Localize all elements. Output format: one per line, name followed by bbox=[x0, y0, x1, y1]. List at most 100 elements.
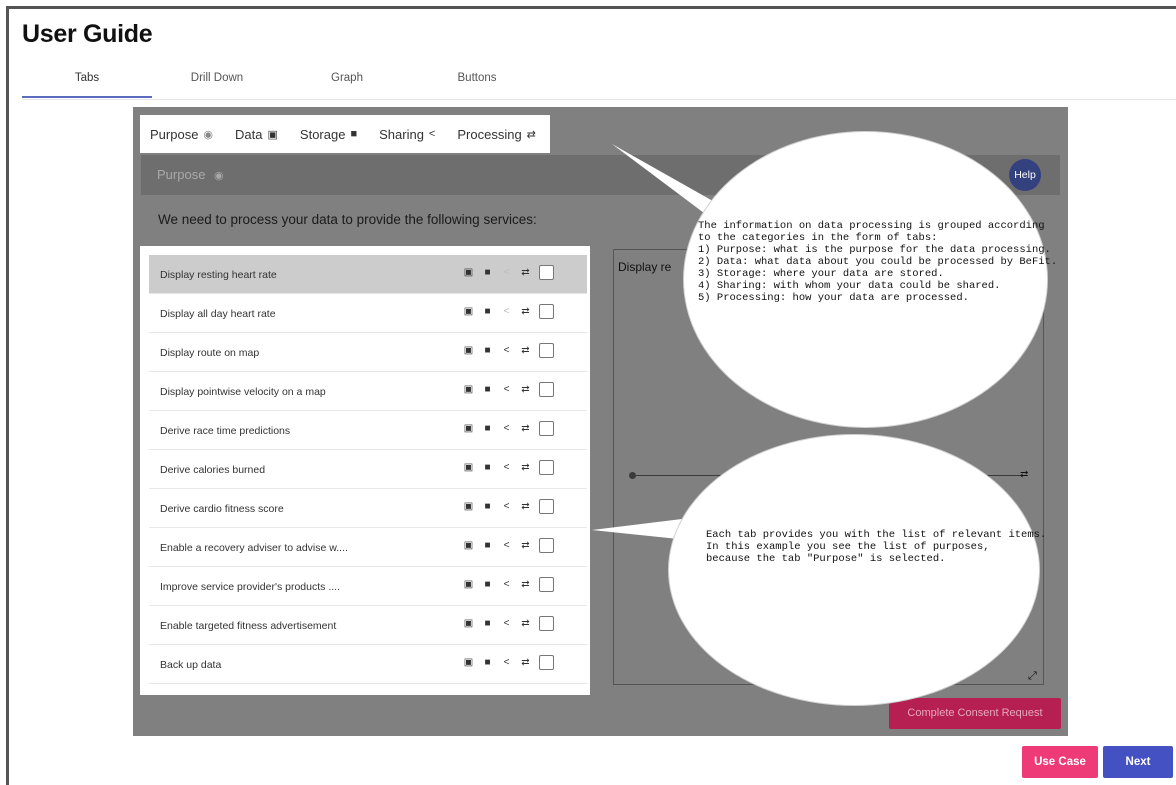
tab-purpose-label: Purpose bbox=[150, 126, 199, 142]
consent-checkbox[interactable] bbox=[539, 499, 554, 514]
tab-sharing[interactable]: Sharing < bbox=[379, 127, 435, 142]
share-icon[interactable]: < bbox=[499, 579, 514, 590]
id-card-icon[interactable]: ▣ bbox=[461, 462, 476, 473]
retweet-icon[interactable]: ⇄ bbox=[518, 501, 533, 512]
archive-box-icon[interactable]: ■ bbox=[480, 306, 495, 317]
id-card-icon[interactable]: ▣ bbox=[461, 501, 476, 512]
tab-storage[interactable]: Storage ■ bbox=[300, 127, 357, 142]
consent-checkbox[interactable] bbox=[539, 538, 554, 553]
tab-tabs[interactable]: Tabs bbox=[22, 72, 152, 84]
id-card-icon[interactable]: ▣ bbox=[461, 267, 476, 278]
tab-graph[interactable]: Graph bbox=[282, 72, 412, 84]
retweet-icon[interactable]: ⇄ bbox=[518, 345, 533, 356]
archive-box-icon[interactable]: ■ bbox=[480, 579, 495, 590]
archive-box-icon[interactable]: ■ bbox=[480, 384, 495, 395]
archive-box-icon[interactable]: ■ bbox=[480, 540, 495, 551]
tab-drill-down[interactable]: Drill Down bbox=[152, 72, 282, 84]
tab-purpose[interactable]: Purpose ◉ bbox=[150, 127, 213, 142]
consent-checkbox[interactable] bbox=[539, 655, 554, 670]
purpose-label: Improve service provider's products .... bbox=[160, 581, 340, 593]
archive-box-icon[interactable]: ■ bbox=[480, 267, 495, 278]
consent-checkbox[interactable] bbox=[539, 577, 554, 592]
tab-processing[interactable]: Processing ⇄ bbox=[457, 127, 536, 142]
share-icon[interactable]: < bbox=[499, 462, 514, 473]
consent-checkbox[interactable] bbox=[539, 343, 554, 358]
purpose-section-title: Purpose ◉ bbox=[157, 167, 224, 182]
purpose-label: Back up data bbox=[160, 659, 222, 671]
consent-checkbox[interactable] bbox=[539, 265, 554, 280]
share-icon[interactable]: < bbox=[499, 384, 514, 395]
archive-box-icon[interactable]: ■ bbox=[480, 501, 495, 512]
share-icon[interactable]: < bbox=[499, 501, 514, 512]
list-item[interactable]: Derive cardio fitness score ▣ ■ < ⇄ bbox=[149, 489, 587, 528]
complete-consent-button[interactable]: Complete Consent Request bbox=[889, 698, 1061, 729]
tab-data-label: Data bbox=[235, 126, 263, 142]
retweet-icon[interactable]: ⇄ bbox=[518, 267, 533, 278]
retweet-icon[interactable]: ⇄ bbox=[518, 384, 533, 395]
archive-box-icon[interactable]: ■ bbox=[480, 618, 495, 629]
consent-checkbox[interactable] bbox=[539, 616, 554, 631]
id-card-icon[interactable]: ▣ bbox=[461, 423, 476, 434]
purpose-label: Derive race time predictions bbox=[160, 425, 291, 437]
share-icon[interactable]: < bbox=[499, 540, 514, 551]
share-icon[interactable]: < bbox=[499, 423, 514, 434]
retweet-icon[interactable]: ⇄ bbox=[1020, 469, 1028, 480]
retweet-icon[interactable]: ⇄ bbox=[518, 423, 533, 434]
id-card-icon[interactable]: ▣ bbox=[461, 618, 476, 629]
purpose-label: Display pointwise velocity on a map bbox=[160, 386, 326, 398]
list-item[interactable]: Display pointwise velocity on a map ▣ ■ … bbox=[149, 372, 587, 411]
share-icon[interactable]: < bbox=[499, 306, 514, 317]
purpose-label: Display all day heart rate bbox=[160, 308, 276, 320]
list-item[interactable]: Display all day heart rate ▣ ■ < ⇄ bbox=[149, 294, 587, 333]
id-card-icon[interactable]: ▣ bbox=[461, 540, 476, 551]
id-card-icon[interactable]: ▣ bbox=[461, 384, 476, 395]
list-item[interactable]: Display resting heart rate ▣ ■ < ⇄ bbox=[149, 255, 587, 294]
id-card-icon[interactable]: ▣ bbox=[461, 579, 476, 590]
tab-processing-label: Processing bbox=[457, 126, 522, 142]
retweet-icon[interactable]: ⇄ bbox=[518, 579, 533, 590]
row-icons: ▣ ■ < ⇄ bbox=[461, 655, 554, 670]
list-item[interactable]: Enable a recovery adviser to advise w...… bbox=[149, 528, 587, 567]
id-card-icon[interactable]: ▣ bbox=[461, 306, 476, 317]
retweet-icon: ⇄ bbox=[526, 128, 536, 141]
use-case-button[interactable]: Use Case bbox=[1022, 746, 1098, 778]
retweet-icon[interactable]: ⇄ bbox=[518, 540, 533, 551]
list-item[interactable]: Derive race time predictions ▣ ■ < ⇄ bbox=[149, 411, 587, 450]
row-icons: ▣ ■ < ⇄ bbox=[461, 265, 554, 280]
list-explanation-text: Each tab provides you with the list of r… bbox=[706, 529, 1047, 565]
share-icon[interactable]: < bbox=[499, 267, 514, 278]
consent-checkbox[interactable] bbox=[539, 421, 554, 436]
list-item[interactable]: Back up data ▣ ■ < ⇄ bbox=[149, 645, 587, 684]
tab-buttons[interactable]: Buttons bbox=[412, 72, 542, 84]
archive-box-icon[interactable]: ■ bbox=[480, 657, 495, 668]
list-item[interactable]: Derive calories burned ▣ ■ < ⇄ bbox=[149, 450, 587, 489]
retweet-icon[interactable]: ⇄ bbox=[518, 657, 533, 668]
consent-checkbox[interactable] bbox=[539, 382, 554, 397]
list-item[interactable]: Enable targeted fitness advertisement ▣ … bbox=[149, 606, 587, 645]
row-icons: ▣ ■ < ⇄ bbox=[461, 616, 554, 631]
share-icon[interactable]: < bbox=[499, 618, 514, 629]
share-icon[interactable]: < bbox=[499, 345, 514, 356]
purpose-label: Enable a recovery adviser to advise w...… bbox=[160, 542, 348, 554]
help-button[interactable]: Help bbox=[1009, 159, 1041, 191]
share-icon[interactable]: < bbox=[499, 657, 514, 668]
id-card-icon[interactable]: ▣ bbox=[461, 657, 476, 668]
row-icons: ▣ ■ < ⇄ bbox=[461, 538, 554, 553]
purpose-label: Enable targeted fitness advertisement bbox=[160, 620, 337, 632]
graph-node[interactable] bbox=[629, 472, 636, 479]
consent-checkbox[interactable] bbox=[539, 304, 554, 319]
tab-data[interactable]: Data ▣ bbox=[235, 127, 278, 142]
retweet-icon[interactable]: ⇄ bbox=[518, 618, 533, 629]
archive-box-icon[interactable]: ■ bbox=[480, 345, 495, 356]
archive-box-icon[interactable]: ■ bbox=[480, 462, 495, 473]
list-explanation-callout bbox=[668, 434, 1040, 706]
id-card-icon[interactable]: ▣ bbox=[461, 345, 476, 356]
retweet-icon[interactable]: ⇄ bbox=[518, 462, 533, 473]
archive-box-icon[interactable]: ■ bbox=[480, 423, 495, 434]
expand-icon[interactable]: ⤢ bbox=[1028, 670, 1037, 683]
list-item[interactable]: Improve service provider's products ....… bbox=[149, 567, 587, 606]
retweet-icon[interactable]: ⇄ bbox=[518, 306, 533, 317]
list-item[interactable]: Display route on map ▣ ■ < ⇄ bbox=[149, 333, 587, 372]
consent-checkbox[interactable] bbox=[539, 460, 554, 475]
next-button[interactable]: Next bbox=[1103, 746, 1173, 778]
